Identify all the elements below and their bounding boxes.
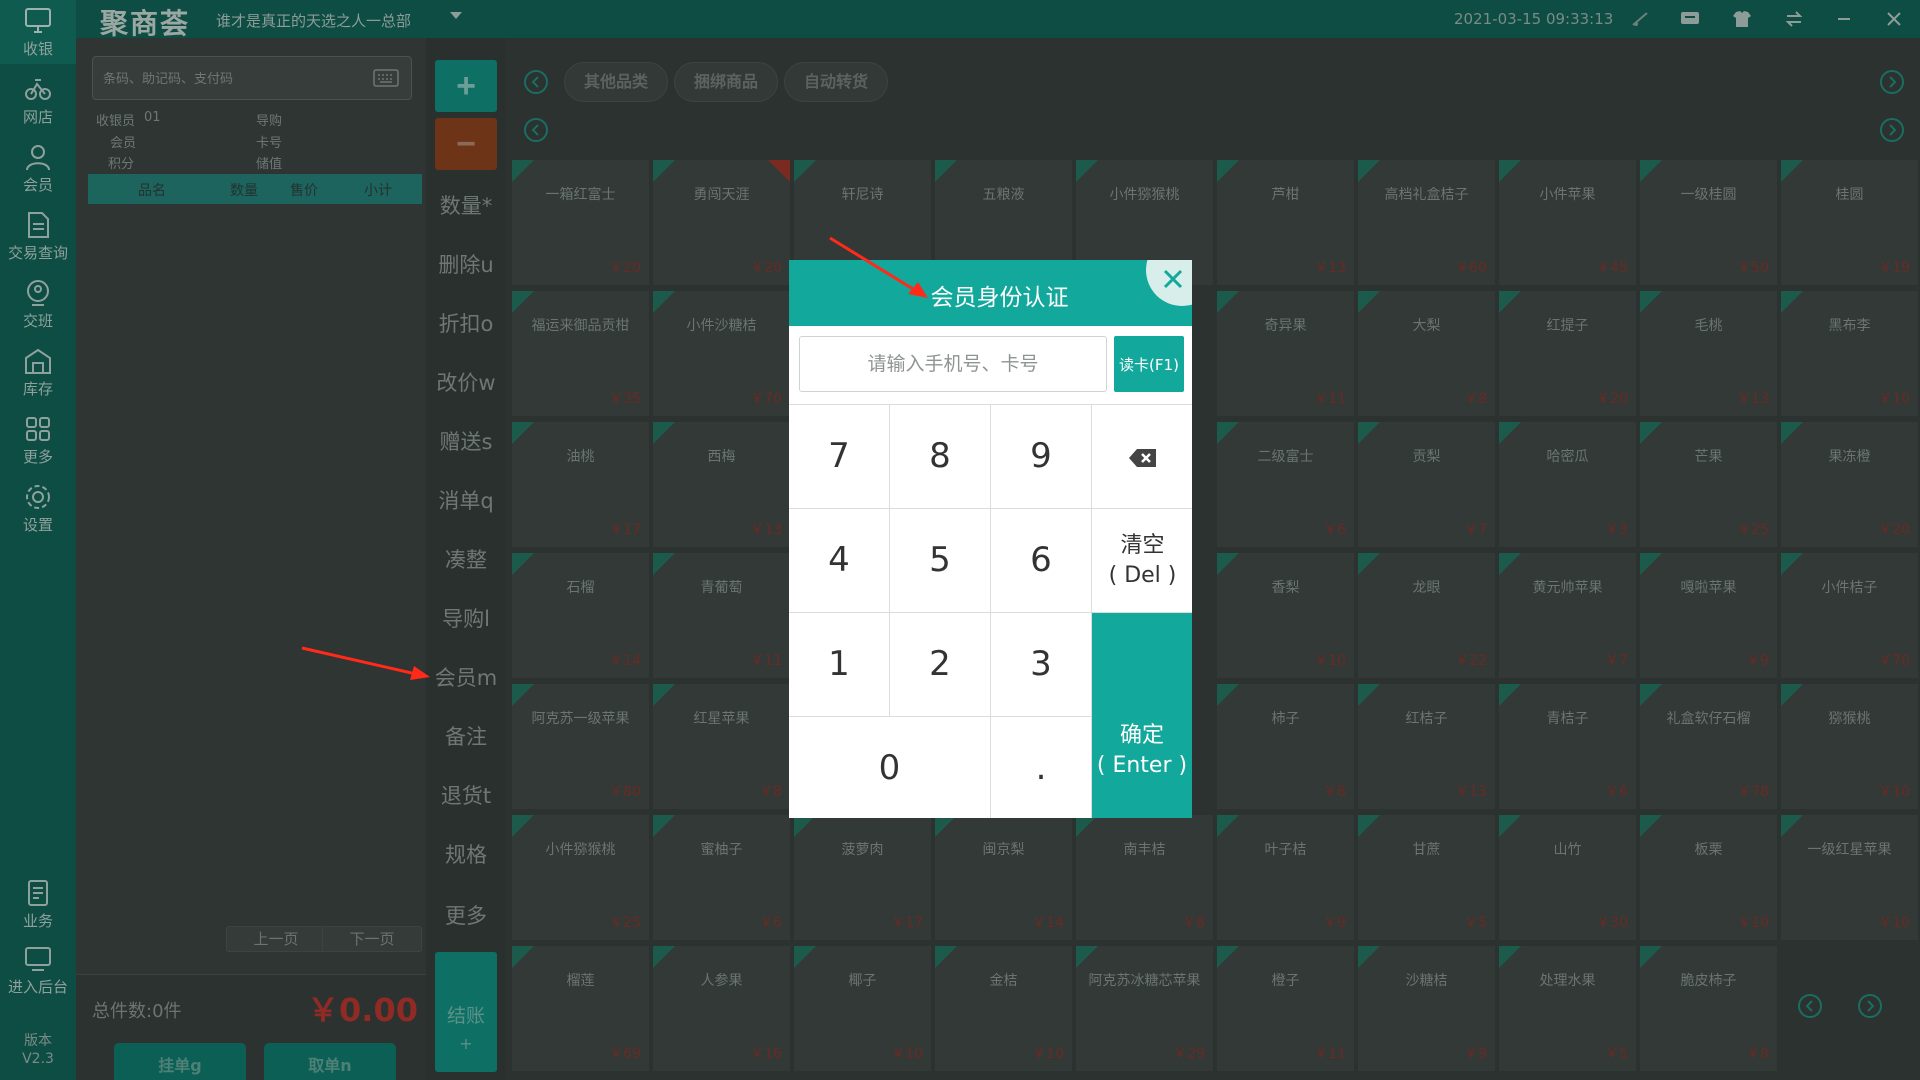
- clear-label: 清空: [1120, 533, 1165, 558]
- key-1[interactable]: 1: [789, 613, 890, 717]
- read-card-button[interactable]: 读卡(F1): [1114, 336, 1184, 392]
- key-7[interactable]: 7: [789, 405, 890, 509]
- backspace-icon: [1128, 448, 1156, 467]
- key-clear[interactable]: 清空 ( Del ): [1092, 509, 1192, 613]
- key-9[interactable]: 9: [991, 405, 1092, 509]
- key-4[interactable]: 4: [789, 509, 890, 613]
- key-2[interactable]: 2: [890, 613, 991, 717]
- close-icon[interactable]: [1162, 268, 1184, 290]
- dialog-title: 会员身份认证: [930, 285, 1069, 311]
- confirm-enter-button[interactable]: 确定 ( Enter ): [1092, 613, 1192, 818]
- numeric-keypad: 7 8 9 4 5 6 清空 ( Del ) 1 2 3 0 . 确定 ( En…: [789, 404, 1192, 818]
- key-0[interactable]: 0: [789, 717, 991, 818]
- key-6[interactable]: 6: [991, 509, 1092, 613]
- key-backspace[interactable]: [1092, 405, 1192, 509]
- phone-card-input[interactable]: [799, 336, 1107, 392]
- clear-hint: ( Del ): [1108, 563, 1177, 588]
- key-5[interactable]: 5: [890, 509, 991, 613]
- member-auth-dialog: 会员身份认证 读卡(F1) 7 8 9 4 5 6 清空 ( Del ) 1 2…: [789, 260, 1192, 818]
- enter-hint: ( Enter ): [1096, 753, 1188, 778]
- key-3[interactable]: 3: [991, 613, 1092, 717]
- key-8[interactable]: 8: [890, 405, 991, 509]
- enter-label: 确定: [1119, 723, 1164, 748]
- dialog-header: 会员身份认证: [789, 260, 1192, 326]
- key-decimal[interactable]: .: [991, 717, 1092, 818]
